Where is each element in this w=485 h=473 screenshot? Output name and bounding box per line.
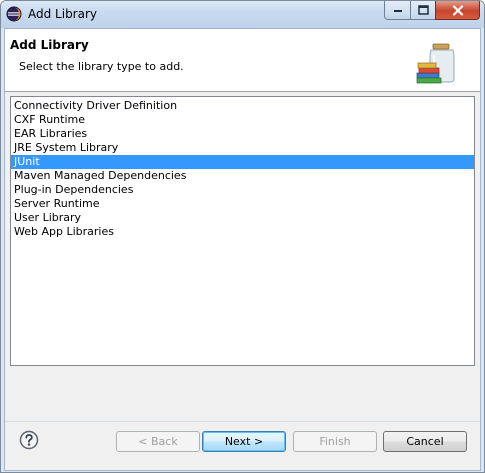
close-button[interactable]: [435, 1, 480, 20]
list-item[interactable]: Web App Libraries: [11, 225, 474, 239]
list-item[interactable]: User Library: [11, 211, 474, 225]
library-jar-books-icon: [416, 43, 455, 84]
eclipse-icon: [6, 6, 22, 22]
cancel-button[interactable]: Cancel: [383, 431, 467, 452]
help-icon[interactable]: [19, 430, 39, 450]
maximize-icon: [417, 5, 429, 15]
minimize-button[interactable]: [384, 1, 411, 20]
list-item[interactable]: EAR Libraries: [11, 127, 474, 141]
list-item[interactable]: CXF Runtime: [11, 113, 474, 127]
list-item-selected[interactable]: JUnit: [11, 155, 474, 169]
title-bar[interactable]: Add Library: [1, 1, 484, 28]
list-item[interactable]: Connectivity Driver Definition: [11, 99, 474, 113]
window-title: Add Library: [28, 7, 98, 21]
footer-divider: [5, 421, 480, 422]
library-type-list[interactable]: Connectivity Driver Definition CXF Runti…: [10, 96, 475, 366]
finish-button[interactable]: Finish: [293, 431, 377, 452]
dialog-body: Add Library Select the library type to a…: [4, 28, 481, 471]
list-item[interactable]: Server Runtime: [11, 197, 474, 211]
list-item[interactable]: Plug-in Dependencies: [11, 183, 474, 197]
add-library-dialog: Add Library Add Library Select the libra…: [0, 0, 485, 473]
dialog-header: Add Library Select the library type to a…: [5, 29, 480, 92]
list-item[interactable]: Maven Managed Dependencies: [11, 169, 474, 183]
page-title: Add Library: [10, 38, 89, 52]
minimize-icon: [393, 10, 402, 12]
list-item[interactable]: JRE System Library: [11, 141, 474, 155]
back-button[interactable]: < Back: [116, 431, 200, 452]
page-description: Select the library type to add.: [19, 60, 184, 73]
maximize-button[interactable]: [410, 1, 436, 20]
next-button[interactable]: Next >: [202, 431, 286, 452]
close-icon: [452, 4, 463, 16]
